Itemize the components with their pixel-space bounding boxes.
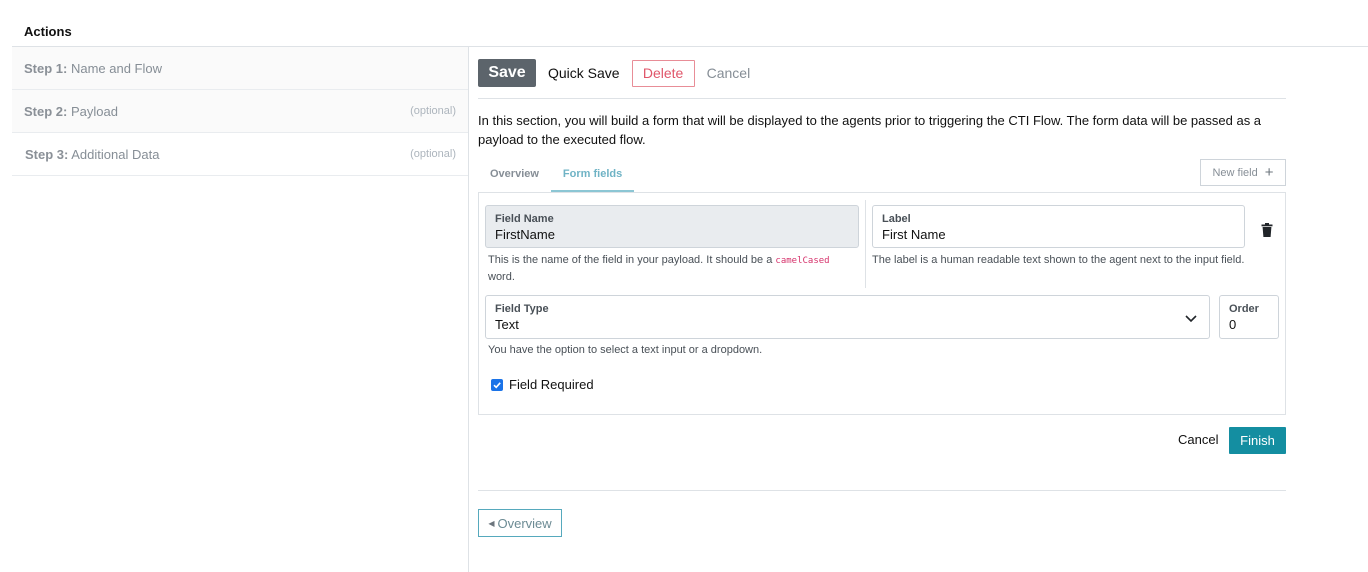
- field-required-row[interactable]: Field Required: [491, 377, 594, 392]
- field-type-help: You have the option to select a text inp…: [488, 344, 763, 356]
- tab-bar: Overview Form fields: [478, 160, 635, 192]
- page-title: Actions: [24, 24, 72, 39]
- column-divider: [865, 200, 866, 288]
- help-code: camelCased: [775, 256, 830, 266]
- optional-tag: (optional): [410, 148, 456, 160]
- help-text-end: word.: [488, 271, 515, 283]
- plus-icon: +: [1264, 164, 1274, 181]
- sidebar-step-additional-data[interactable]: Step 3: Additional Data (optional): [12, 133, 469, 176]
- footer-divider: [478, 490, 1286, 491]
- finish-button[interactable]: Finish: [1229, 427, 1286, 454]
- tab-form-fields[interactable]: Form fields: [550, 160, 635, 192]
- label-field-label: Label: [882, 213, 911, 225]
- field-name-input[interactable]: Field Name FirstName: [485, 205, 859, 248]
- order-value: 0: [1229, 317, 1237, 332]
- field-type-label: Field Type: [495, 303, 549, 315]
- overview-back-button[interactable]: ◀ Overview: [478, 509, 562, 537]
- field-name-help: This is the name of the field in your pa…: [488, 252, 858, 285]
- tab-overview[interactable]: Overview: [478, 160, 551, 192]
- label-help: The label is a human readable text shown…: [872, 254, 1245, 266]
- field-name-label: Field Name: [495, 213, 554, 225]
- field-name-value: FirstName: [495, 227, 555, 242]
- form-cancel-button[interactable]: Cancel: [1170, 428, 1226, 451]
- new-field-label: New field: [1212, 166, 1258, 179]
- step-prefix: Step 2:: [24, 103, 68, 119]
- caret-left-icon: ◀: [488, 518, 495, 528]
- quick-save-button[interactable]: Quick Save: [548, 65, 620, 81]
- step-label: Additional Data: [71, 146, 160, 162]
- field-required-label: Field Required: [509, 377, 594, 392]
- trash-icon[interactable]: [1259, 222, 1275, 238]
- toolbar: Save Quick Save Delete Cancel: [478, 59, 750, 87]
- step-prefix: Step 1:: [24, 60, 68, 76]
- new-field-button[interactable]: New field +: [1200, 159, 1286, 186]
- steps-sidebar: Step 1: Name and Flow Step 2: Payload (o…: [12, 47, 469, 176]
- help-text: This is the name of the field in your pa…: [488, 254, 776, 266]
- overview-back-label: Overview: [497, 515, 552, 531]
- order-input[interactable]: Order 0: [1219, 295, 1279, 339]
- cancel-button[interactable]: Cancel: [707, 65, 751, 81]
- order-label: Order: [1229, 303, 1259, 315]
- check-icon: [493, 381, 501, 388]
- sidebar-step-payload[interactable]: Step 2: Payload (optional): [12, 90, 469, 133]
- field-type-value: Text: [495, 317, 519, 332]
- optional-tag: (optional): [410, 105, 456, 117]
- sidebar-divider: [468, 47, 469, 572]
- save-button[interactable]: Save: [478, 59, 536, 87]
- delete-button[interactable]: Delete: [631, 59, 695, 87]
- step-label: Name and Flow: [70, 60, 163, 76]
- step-prefix: Step 3:: [25, 146, 69, 162]
- field-required-checkbox[interactable]: [491, 378, 503, 391]
- section-description: In this section, you will build a form t…: [478, 113, 1262, 147]
- chevron-down-icon: [1185, 315, 1197, 323]
- field-type-select[interactable]: Field Type Text: [485, 295, 1210, 339]
- label-field-value: First Name: [882, 227, 946, 242]
- label-input[interactable]: Label First Name: [872, 205, 1245, 248]
- sidebar-step-name-and-flow[interactable]: Step 1: Name and Flow: [12, 47, 469, 90]
- toolbar-divider: [478, 98, 1286, 99]
- step-label: Payload: [70, 103, 118, 119]
